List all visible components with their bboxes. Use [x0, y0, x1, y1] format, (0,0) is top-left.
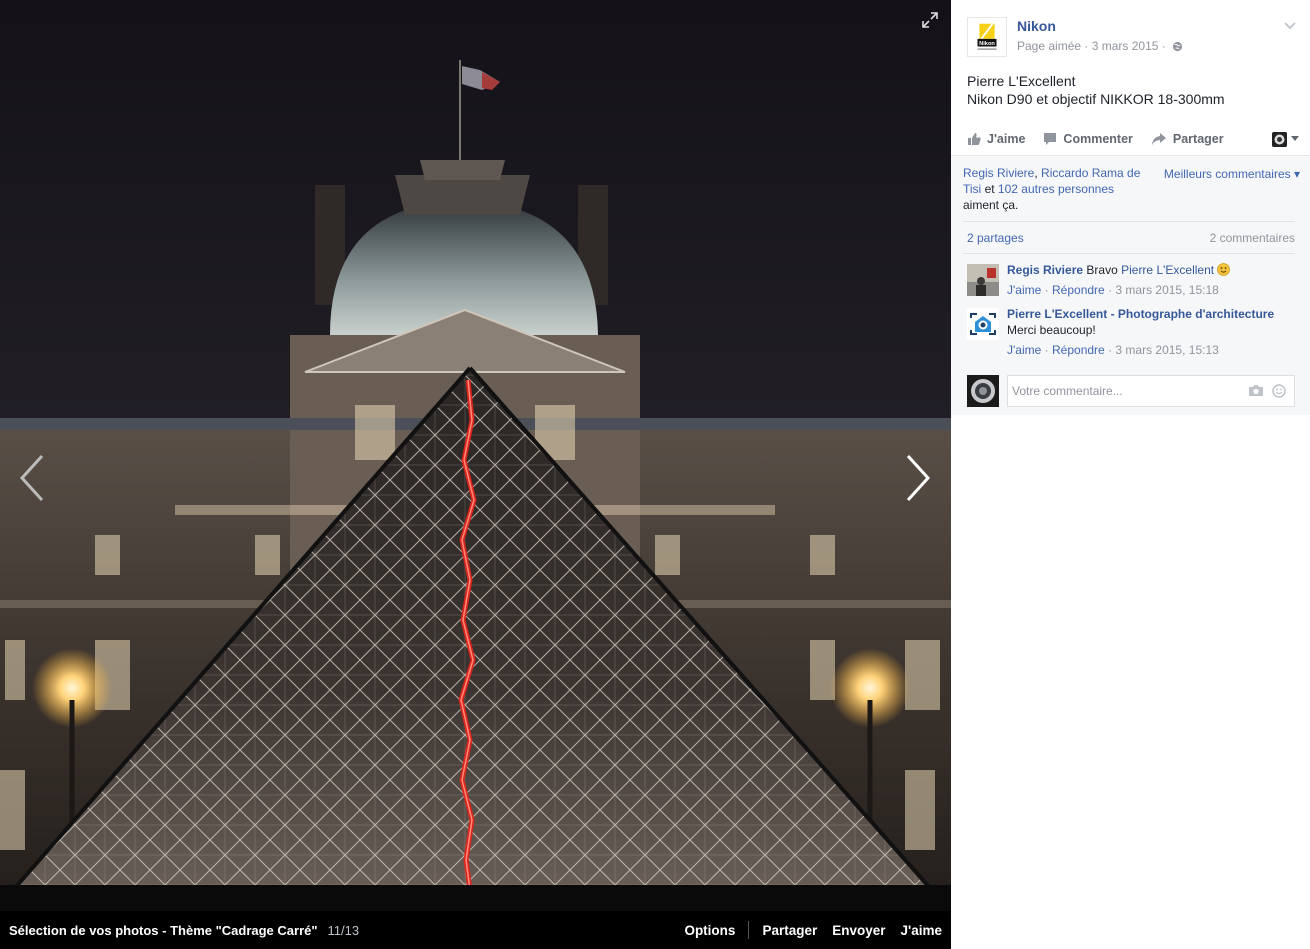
divider [748, 921, 750, 939]
liker-link[interactable]: Regis Riviere [963, 166, 1034, 180]
share-button[interactable]: Partager [1151, 132, 1224, 146]
photo-footer-bar: Sélection de vos photos - Thème "Cadrage… [0, 911, 951, 949]
smiley-icon [1217, 263, 1231, 276]
like-button[interactable]: J'aime [967, 132, 1025, 146]
page-status: Page aimée [1017, 39, 1082, 53]
share-link[interactable]: Partager [762, 923, 817, 938]
comment-text: Merci beaucoup! [1007, 323, 1096, 337]
comment-input-box [1007, 375, 1295, 407]
post-caption: Pierre L'Excellent Nikon D90 et objectif… [967, 72, 1225, 108]
logo-lettering: Nikon [979, 41, 995, 47]
comment-sort-selector[interactable]: Meilleurs commentaires ▾ [1164, 167, 1300, 181]
comment-reply-link[interactable]: Répondre [1052, 283, 1105, 297]
globe-icon[interactable] [1172, 41, 1183, 52]
post-date[interactable]: 3 mars 2015 [1092, 39, 1159, 53]
comment-actions: J'aime · Répondre · 3 mars 2015, 15:13 [1007, 343, 1219, 357]
avatar[interactable] [967, 264, 999, 296]
expand-icon[interactable] [921, 11, 939, 29]
footer-actions: Options Partager Envoyer J'aime [669, 921, 942, 939]
nikon-logo[interactable]: Nikon [967, 17, 1007, 57]
audience-selector[interactable] [1272, 131, 1299, 147]
divider [963, 221, 1295, 222]
comment-author[interactable]: Pierre L'Excellent - Photographe d'archi… [1007, 306, 1297, 322]
comment-composer [967, 374, 1297, 408]
post-side-panel: Nikon Nikon Page aimée · 3 mars 2015 · P… [951, 0, 1310, 949]
comment-body: Pierre L'Excellent - Photographe d'archi… [1007, 306, 1297, 358]
comment-input[interactable] [1008, 376, 1238, 406]
comment-item: Pierre L'Excellent - Photographe d'archi… [967, 306, 1297, 362]
like-icon [968, 133, 981, 145]
sort-label: Meilleurs commentaires [1163, 167, 1291, 181]
comment-icon [1044, 133, 1057, 145]
send-link[interactable]: Envoyer [832, 923, 885, 938]
avatar [967, 375, 999, 407]
shares-count[interactable]: 2 partages [967, 231, 1024, 245]
chevron-right-icon[interactable] [898, 452, 938, 504]
comment-item: Regis Riviere Bravo Pierre L'Excellent J… [967, 262, 1297, 302]
comment-actions: J'aime · Répondre · 3 mars 2015, 15:18 [1007, 283, 1219, 297]
likes-suffix: aiment ça. [963, 198, 1019, 212]
avatar [1272, 131, 1287, 147]
comment-text: Bravo [1086, 263, 1118, 277]
meta-dot: · [1158, 39, 1166, 53]
mention-link[interactable]: Pierre L'Excellent [1121, 263, 1214, 277]
share-label: Partager [1172, 132, 1224, 146]
comment-like-link[interactable]: J'aime [1007, 343, 1041, 357]
chevron-down-icon [1291, 136, 1299, 141]
options-link[interactable]: Options [684, 923, 735, 938]
photo-position: 11/13 [327, 922, 360, 938]
like-label: J'aime [987, 132, 1026, 146]
camera-icon[interactable] [1248, 384, 1264, 397]
avatar[interactable] [967, 308, 999, 340]
comment-author[interactable]: Regis Riviere [1007, 263, 1083, 277]
comments-count[interactable]: 2 commentaires [1210, 231, 1295, 245]
divider [963, 253, 1295, 254]
comment-label: Commenter [1063, 132, 1133, 146]
page-name[interactable]: Nikon [1017, 18, 1056, 34]
louvre-pyramid-photo[interactable] [0, 0, 951, 911]
chevron-left-icon[interactable] [12, 452, 52, 504]
caption-line: Nikon D90 et objectif NIKKOR 18-300mm [967, 91, 1225, 107]
like-link[interactable]: J'aime [901, 923, 943, 938]
comment-button[interactable]: Commenter [1043, 132, 1133, 146]
comment-like-link[interactable]: J'aime [1007, 283, 1041, 297]
comment-time[interactable]: 3 mars 2015, 15:13 [1115, 343, 1218, 357]
post-meta: Page aimée · 3 mars 2015 · [1017, 39, 1183, 53]
caption-line: Pierre L'Excellent [967, 73, 1076, 89]
share-icon [1151, 133, 1166, 145]
album-title[interactable]: Sélection de vos photos - Thème "Cadrage… [9, 923, 318, 938]
comment-time[interactable]: 3 mars 2015, 15:18 [1115, 283, 1218, 297]
feedback-section: Regis Riviere, Riccardo Rama de Tisi et … [951, 155, 1310, 415]
likes-sentence: Regis Riviere, Riccardo Rama de Tisi et … [963, 166, 1141, 212]
and-word: et [984, 182, 995, 196]
post-header: Nikon Nikon Page aimée · 3 mars 2015 · [967, 14, 1297, 58]
post-action-bar: J'aime Commenter Partager [967, 124, 1299, 154]
emoji-icon[interactable] [1272, 384, 1286, 398]
caret-down-icon: ▾ [1293, 167, 1300, 181]
chevron-down-icon[interactable] [1283, 18, 1297, 32]
other-likers-link[interactable]: 102 autres personnes [998, 182, 1114, 196]
meta-dot: · [1081, 39, 1092, 53]
photo-stage: Sélection de vos photos - Thème "Cadrage… [0, 0, 951, 949]
comment-reply-link[interactable]: Répondre [1052, 343, 1105, 357]
comment-body: Regis Riviere Bravo Pierre L'Excellent J… [1007, 262, 1297, 298]
